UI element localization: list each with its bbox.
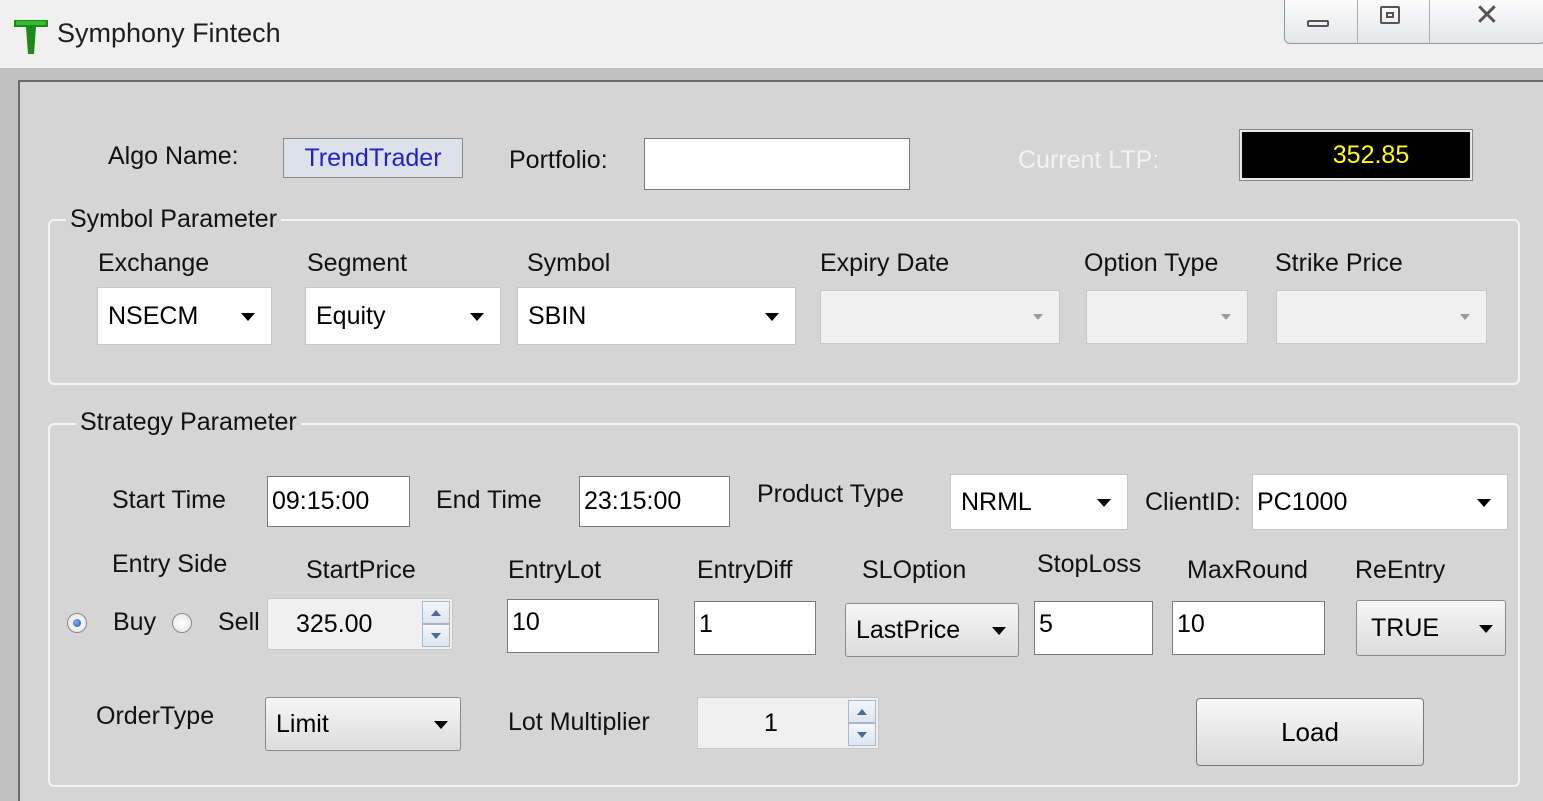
entry-diff-input[interactable]: 1	[694, 601, 816, 655]
restore-button[interactable]	[1358, 0, 1431, 43]
exchange-dropdown[interactable]: NSECM	[97, 287, 272, 345]
start-price-spin-buttons	[422, 601, 450, 647]
end-time-label: End Time	[436, 486, 542, 514]
chevron-down-icon	[1460, 314, 1470, 320]
restore-icon	[1379, 6, 1400, 24]
segment-label: Segment	[307, 249, 408, 277]
start-price-value: 325.00	[296, 609, 373, 638]
window-controls: ✕	[1284, 0, 1543, 44]
stop-loss-input[interactable]: 5	[1034, 601, 1153, 655]
algo-name-label: Algo Name:	[108, 142, 239, 170]
spin-down-icon[interactable]	[422, 624, 450, 647]
max-round-label: MaxRound	[1187, 556, 1308, 584]
product-type-dropdown[interactable]: NRML	[950, 474, 1128, 530]
re-entry-label: ReEntry	[1355, 556, 1446, 584]
window-title: Symphony Fintech	[57, 18, 281, 48]
entry-lot-label: EntryLot	[508, 556, 602, 584]
exchange-label: Exchange	[98, 249, 210, 277]
expiry-date-dropdown[interactable]	[820, 290, 1060, 344]
app-logo-icon	[14, 20, 48, 54]
minimize-icon	[1307, 20, 1329, 27]
chevron-down-icon	[1097, 499, 1111, 507]
buy-radio[interactable]	[67, 613, 87, 633]
exchange-value: NSECM	[108, 301, 199, 330]
strike-price-label: Strike Price	[1275, 249, 1403, 277]
close-icon: ✕	[1474, 0, 1500, 33]
chevron-down-icon	[241, 313, 255, 321]
entry-lot-input[interactable]: 10	[507, 599, 659, 653]
chevron-down-icon	[1221, 314, 1231, 320]
start-price-label: StartPrice	[306, 556, 416, 584]
order-type-dropdown[interactable]: Limit	[265, 697, 461, 751]
chevron-down-icon	[434, 721, 448, 729]
lot-multiplier-stepper[interactable]: 1	[697, 697, 879, 749]
sl-option-dropdown[interactable]: LastPrice	[845, 603, 1019, 657]
chevron-down-icon	[1477, 499, 1491, 507]
chevron-down-icon	[1033, 314, 1043, 320]
segment-value: Equity	[316, 301, 386, 330]
client-id-dropdown[interactable]: PC1000	[1252, 474, 1508, 530]
option-type-label: Option Type	[1084, 249, 1219, 277]
spin-down-icon[interactable]	[848, 723, 876, 746]
sl-option-label: SLOption	[862, 556, 967, 584]
spin-up-icon[interactable]	[422, 601, 450, 624]
symbol-parameter-title: Symbol Parameter	[66, 205, 282, 234]
end-time-input[interactable]: 23:15:00	[579, 476, 730, 527]
chevron-down-icon	[1479, 625, 1493, 633]
stop-loss-label: StopLoss	[1037, 550, 1142, 578]
chevron-down-icon	[992, 627, 1006, 635]
entry-diff-label: EntryDiff	[697, 556, 793, 584]
segment-dropdown[interactable]: Equity	[305, 287, 501, 345]
minimize-button[interactable]	[1285, 0, 1358, 43]
current-ltp-value: 352.85	[1239, 129, 1473, 181]
expiry-date-label: Expiry Date	[820, 249, 950, 277]
symbol-dropdown[interactable]: SBIN	[517, 287, 796, 345]
lot-multiplier-label: Lot Multiplier	[508, 708, 650, 736]
re-entry-dropdown[interactable]: TRUE	[1356, 600, 1506, 656]
portfolio-input[interactable]	[644, 138, 910, 190]
option-type-dropdown[interactable]	[1086, 290, 1248, 344]
lot-multiplier-spin-buttons	[848, 700, 876, 746]
load-button[interactable]: Load	[1196, 698, 1424, 766]
lot-multiplier-value: 1	[764, 708, 778, 737]
chevron-down-icon	[470, 313, 484, 321]
strategy-parameter-title: Strategy Parameter	[76, 408, 301, 437]
current-ltp-label: Current LTP:	[1018, 146, 1160, 174]
order-type-label: OrderType	[96, 702, 215, 730]
buy-label: Buy	[113, 608, 157, 636]
sell-label: Sell	[218, 608, 260, 636]
entry-side-label: Entry Side	[112, 550, 228, 578]
portfolio-label: Portfolio:	[509, 146, 608, 174]
client-id-value: PC1000	[1257, 487, 1348, 516]
symbol-value: SBIN	[528, 301, 587, 330]
close-button[interactable]: ✕	[1430, 0, 1543, 43]
sl-option-value: LastPrice	[856, 615, 961, 644]
start-price-stepper[interactable]: 325.00	[267, 598, 453, 650]
sell-radio[interactable]	[172, 613, 192, 633]
re-entry-value: TRUE	[1371, 613, 1440, 642]
client-id-label: ClientID:	[1145, 488, 1241, 516]
product-type-label: Product Type	[757, 480, 904, 508]
algo-name-value: TrendTrader	[283, 138, 463, 178]
max-round-input[interactable]: 10	[1172, 601, 1325, 655]
chevron-down-icon	[765, 313, 779, 321]
strike-price-dropdown[interactable]	[1276, 290, 1487, 344]
order-type-value: Limit	[276, 709, 329, 738]
symbol-label: Symbol	[527, 249, 611, 277]
product-type-value: NRML	[961, 487, 1032, 516]
start-time-input[interactable]: 09:15:00	[267, 476, 410, 527]
start-time-label: Start Time	[112, 486, 226, 514]
spin-up-icon[interactable]	[848, 700, 876, 723]
